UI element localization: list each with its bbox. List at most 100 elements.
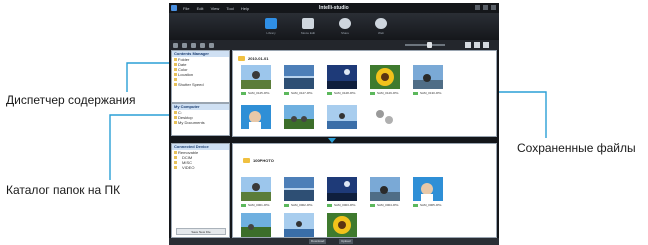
file-caption: SAM_0001.JPG [241, 203, 270, 207]
photo-thumbnail[interactable] [413, 177, 443, 201]
upload-button[interactable]: Upload [339, 239, 353, 244]
leader-pc-folders [109, 114, 171, 180]
group-header: 100PHOTO [243, 158, 274, 163]
app-title: Intelli-studio [319, 5, 349, 11]
forward-icon[interactable] [182, 42, 187, 48]
file-name: SAM_0001.JPG [248, 203, 270, 207]
checkbox-icon[interactable] [284, 203, 289, 207]
file-name: SAM_0129.JPG [377, 91, 399, 95]
connected-device-panel: Connected Device Removable DCIM MISC VID… [171, 143, 230, 238]
group-date-label: 2010-01-01 [248, 56, 269, 61]
file-caption: SAM_0003.JPG [327, 203, 356, 207]
file-caption: SAM_0130.JPG [413, 91, 442, 95]
zoom-slider[interactable] [405, 44, 445, 46]
back-icon[interactable] [173, 42, 178, 48]
tree-item-shutter-speed[interactable]: Shutter Speed [172, 82, 229, 87]
mode-share-label: Share [340, 31, 349, 35]
photo-thumbnail[interactable] [241, 177, 271, 201]
menu-tool[interactable]: Tool [226, 6, 233, 11]
file-caption: SAM_0129.JPG [370, 91, 399, 95]
mode-bar: Library Movie Edit Share Web [169, 13, 499, 40]
photo-thumbnail[interactable] [327, 213, 357, 237]
my-computer-panel: My Computer C: Desktop My Documents [171, 103, 230, 136]
library-icon [265, 18, 277, 29]
tree-item-video[interactable]: VIDEO [172, 165, 229, 170]
checkbox-icon[interactable] [413, 91, 418, 95]
menu-view[interactable]: View [211, 6, 220, 11]
saved-files-view: 2010-01-01 SAM_0125.JPG SAM_0127.JPG SAM… [232, 50, 497, 137]
folder-icon [238, 56, 245, 61]
leader-saved-files [497, 91, 547, 138]
mode-movie-edit-button[interactable]: Movie Edit [299, 18, 317, 35]
mode-movie-edit-label: Movie Edit [300, 31, 315, 35]
photo-thumbnail[interactable] [284, 65, 314, 89]
globe-icon [375, 18, 387, 29]
checkbox-icon[interactable] [413, 203, 418, 207]
photo-thumbnail[interactable] [327, 65, 357, 89]
checkbox-icon[interactable] [241, 91, 246, 95]
file-caption: SAM_0127.JPG [284, 91, 313, 95]
app-window: File Edit View Tool Help Intelli-studio … [169, 3, 499, 245]
save-new-file-button[interactable]: Save New File [176, 228, 226, 235]
checkbox-icon[interactable] [327, 91, 332, 95]
menu-file[interactable]: File [183, 6, 189, 11]
file-name: SAM_0005.JPG [420, 203, 442, 207]
leader-content-manager [126, 62, 171, 92]
file-name: SAM_0128.JPG [334, 91, 356, 95]
callout-saved-files: Сохраненные файлы [517, 141, 636, 155]
view-large-icon[interactable] [465, 42, 471, 48]
file-name: SAM_0125.JPG [248, 91, 270, 95]
photo-thumbnail[interactable] [370, 105, 400, 131]
photo-thumbnail[interactable] [241, 213, 271, 237]
view-medium-icon[interactable] [474, 42, 480, 48]
callout-pc-folder-directory: Каталог папок на ПК [6, 183, 121, 197]
photo-thumbnail[interactable] [241, 65, 271, 89]
mode-library-button[interactable]: Library [262, 18, 280, 35]
file-caption: SAM_0005.JPG [413, 203, 442, 207]
refresh-icon[interactable] [209, 42, 214, 48]
title-bar: File Edit View Tool Help Intelli-studio [169, 3, 499, 13]
file-caption: SAM_0125.JPG [241, 91, 270, 95]
photo-thumbnail[interactable] [370, 65, 400, 89]
file-caption: SAM_0128.JPG [327, 91, 356, 95]
mode-share-button[interactable]: Share [336, 18, 354, 35]
photo-thumbnail[interactable] [284, 213, 314, 237]
menu-help[interactable]: Help [241, 6, 249, 11]
photo-thumbnail[interactable] [284, 177, 314, 201]
maximize-icon[interactable] [483, 5, 488, 10]
file-name: SAM_0127.JPG [291, 91, 313, 95]
checkbox-icon[interactable] [327, 203, 332, 207]
photo-thumbnail[interactable] [327, 177, 357, 201]
delete-icon[interactable] [200, 42, 205, 48]
checkbox-icon[interactable] [284, 91, 289, 95]
file-caption: SAM_0002.JPG [284, 203, 313, 207]
close-icon[interactable] [491, 5, 496, 10]
movie-edit-icon [302, 18, 314, 29]
device-files-view: 100PHOTO SAM_0001.JPG SAM_0002.JPG SAM_0… [232, 143, 497, 238]
minimize-icon[interactable] [475, 5, 480, 10]
zoom-slider-handle[interactable] [427, 42, 432, 48]
file-name: SAM_0002.JPG [291, 203, 313, 207]
checkbox-icon[interactable] [370, 203, 375, 207]
file-name: SAM_0003.JPG [334, 203, 356, 207]
toolbar [169, 40, 499, 50]
menu-edit[interactable]: Edit [197, 6, 204, 11]
photo-thumbnail[interactable] [327, 105, 357, 131]
tree-item-my-documents[interactable]: My Documents [172, 120, 229, 125]
checkbox-icon[interactable] [370, 91, 375, 95]
file-name: SAM_0130.JPG [420, 91, 442, 95]
mode-web-button[interactable]: Web [372, 18, 390, 35]
photo-thumbnail[interactable] [284, 105, 314, 131]
mode-library-label: Library [266, 31, 276, 35]
menu-bar: File Edit View Tool Help [177, 6, 249, 11]
file-name: SAM_0004.JPG [377, 203, 399, 207]
checkbox-icon[interactable] [241, 203, 246, 207]
mode-web-label: Web [377, 31, 385, 35]
photo-thumbnail[interactable] [241, 105, 271, 131]
photo-thumbnail[interactable] [370, 177, 400, 201]
rotate-icon[interactable] [191, 42, 196, 48]
group-header: 2010-01-01 [238, 56, 268, 61]
photo-thumbnail[interactable] [413, 65, 443, 89]
download-button[interactable]: Download [309, 239, 327, 244]
view-list-icon[interactable] [483, 42, 489, 48]
